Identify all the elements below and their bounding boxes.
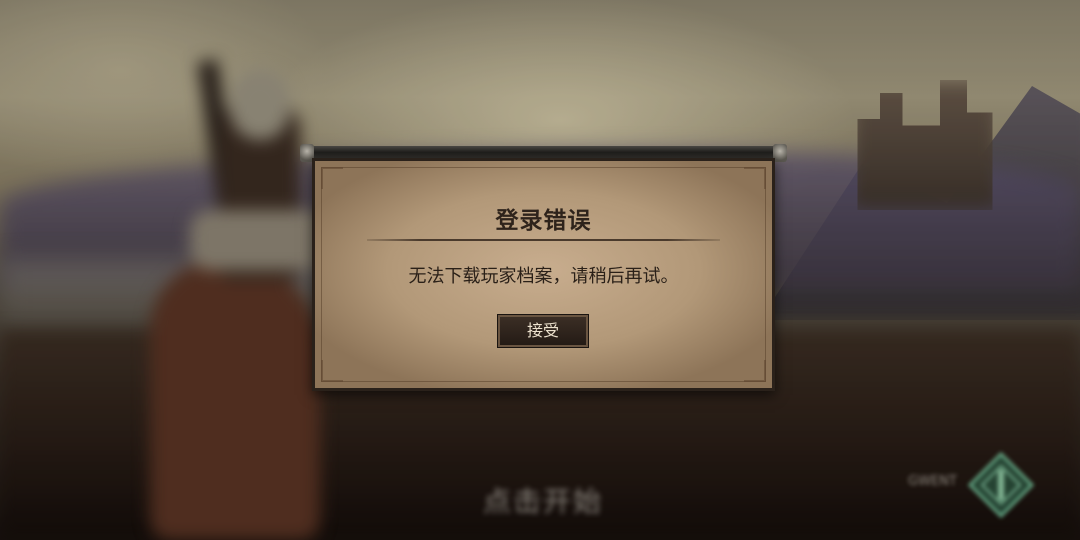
- corner-label: GWENT: [908, 474, 957, 489]
- dialog-message: 无法下载玩家档案，请稍后再试。: [408, 266, 679, 287]
- title-divider: [367, 239, 720, 241]
- rod-cap-right: [773, 144, 787, 162]
- login-error-dialog: 登录错误 无法下载玩家档案，请稍后再试。 接受: [300, 144, 787, 391]
- corner-ornament: [744, 360, 766, 382]
- tap-to-start-hint: 点击开始: [482, 485, 603, 518]
- accept-button[interactable]: 接受: [498, 315, 588, 347]
- dialog-panel: 登录错误 无法下载玩家档案，请稍后再试。 接受: [312, 158, 775, 391]
- emblem-icon: [968, 452, 1034, 518]
- corner-ornament: [744, 167, 766, 189]
- corner-ornament: [321, 360, 343, 382]
- corner-ornament: [321, 167, 343, 189]
- dialog-title: 登录错误: [495, 208, 592, 234]
